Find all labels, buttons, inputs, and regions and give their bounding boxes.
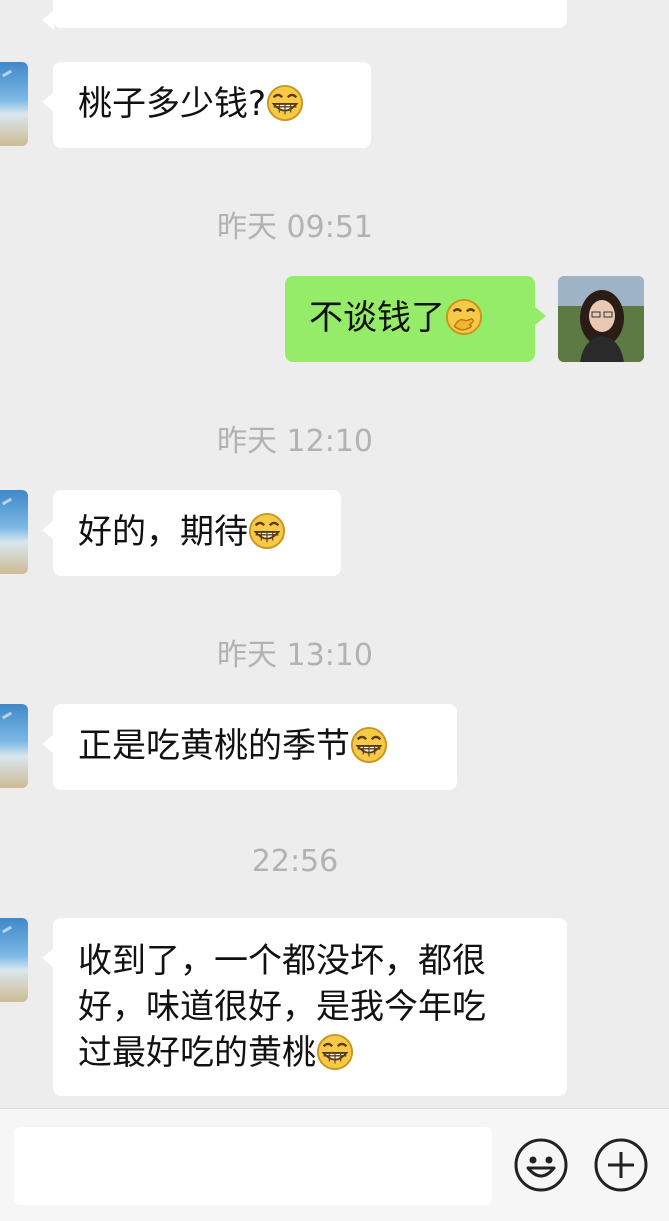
smiley-face-icon[interactable]: [513, 1137, 569, 1193]
message-bubble-incoming[interactable]: 正是吃黄桃的季节: [42, 704, 457, 790]
timestamp: 昨天 13:10: [217, 638, 373, 673]
contact-avatar[interactable]: [0, 490, 28, 574]
message-text: 正是吃黄桃的季节: [78, 726, 350, 766]
message-bubble-incoming[interactable]: 收到了，一个都没坏，都很 好，味道很好，是我今年吃 过最好吃的黄桃: [42, 918, 567, 1096]
message-text: 不谈钱了: [309, 298, 445, 338]
grin-emoji: [316, 1033, 354, 1070]
timestamp: 昨天 12:10: [217, 424, 373, 459]
user-avatar-image: [558, 276, 644, 362]
message-bubble-partial[interactable]: [42, 0, 567, 30]
grin-emoji: [248, 512, 286, 549]
message-text-line: 好，味道很好，是我今年吃: [78, 987, 486, 1027]
message-bubble-outgoing[interactable]: 不谈钱了: [285, 276, 546, 362]
message-text-line: 过最好吃的黄桃: [78, 1033, 316, 1073]
user-avatar[interactable]: [558, 276, 644, 362]
hand-over-mouth-emoji: [445, 298, 483, 335]
message-text: 好的，期待: [78, 512, 248, 552]
message-input[interactable]: [14, 1127, 492, 1205]
input-bar: [0, 1108, 669, 1221]
grin-emoji: [266, 84, 304, 121]
contact-avatar[interactable]: [0, 62, 28, 146]
message-text-line: 收到了，一个都没坏，都很: [78, 941, 486, 981]
contact-avatar[interactable]: [0, 918, 28, 1002]
chat-area[interactable]: 桃子多少钱? 昨天 09:51 不谈钱了 昨天 12:10 好的，期待 昨天 1…: [0, 0, 669, 1108]
timestamp: 22:56: [251, 844, 339, 879]
message-bubble-incoming[interactable]: 好的，期待: [42, 490, 341, 576]
message-bubble-incoming[interactable]: 桃子多少钱?: [42, 62, 371, 148]
plus-circle-icon[interactable]: [593, 1137, 649, 1193]
timestamp: 昨天 09:51: [217, 210, 373, 245]
grin-emoji: [350, 726, 388, 763]
contact-avatar[interactable]: [0, 704, 28, 788]
message-text: 桃子多少钱?: [78, 84, 267, 124]
